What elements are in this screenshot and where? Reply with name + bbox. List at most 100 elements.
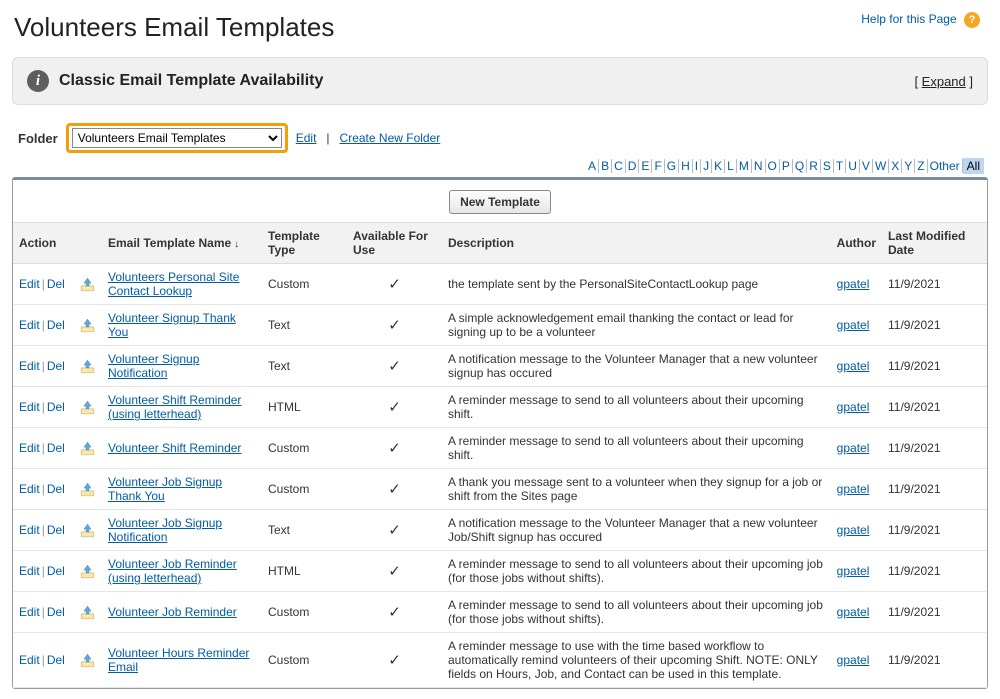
alpha-Z[interactable]: Z xyxy=(915,159,927,173)
edit-link[interactable]: Edit xyxy=(19,318,40,332)
edit-link[interactable]: Edit xyxy=(19,653,40,667)
th-desc[interactable]: Description xyxy=(442,223,831,264)
download-icon[interactable] xyxy=(79,604,96,621)
download-cell[interactable] xyxy=(73,346,102,387)
del-link[interactable]: Del xyxy=(47,400,65,414)
alpha-K[interactable]: K xyxy=(712,159,725,173)
download-cell[interactable] xyxy=(73,551,102,592)
alpha-I[interactable]: I xyxy=(693,159,701,173)
download-cell[interactable] xyxy=(73,510,102,551)
author-link[interactable]: gpatel xyxy=(837,653,870,667)
alpha-T[interactable]: T xyxy=(834,159,846,173)
del-link[interactable]: Del xyxy=(47,441,65,455)
del-link[interactable]: Del xyxy=(47,482,65,496)
alpha-M[interactable]: M xyxy=(737,159,752,173)
alpha-W[interactable]: W xyxy=(873,159,889,173)
alpha-D[interactable]: D xyxy=(626,159,640,173)
template-name-link[interactable]: Volunteer Signup Notification xyxy=(108,352,199,380)
alpha-E[interactable]: E xyxy=(639,159,652,173)
edit-link[interactable]: Edit xyxy=(19,482,40,496)
expand-link[interactable]: [ Expand ] xyxy=(914,74,973,89)
template-name-link[interactable]: Volunteer Job Signup Thank You xyxy=(108,475,222,503)
template-name-link[interactable]: Volunteers Personal Site Contact Lookup xyxy=(108,270,239,298)
download-icon[interactable] xyxy=(79,652,96,669)
del-link[interactable]: Del xyxy=(47,653,65,667)
author-link[interactable]: gpatel xyxy=(837,359,870,373)
author-link[interactable]: gpatel xyxy=(837,277,870,291)
th-type[interactable]: Template Type xyxy=(262,223,347,264)
del-link[interactable]: Del xyxy=(47,605,65,619)
alpha-H[interactable]: H xyxy=(679,159,693,173)
alpha-X[interactable]: X xyxy=(889,159,902,173)
alpha-O[interactable]: O xyxy=(766,159,780,173)
new-template-button[interactable]: New Template xyxy=(449,190,551,214)
template-name-link[interactable]: Volunteer Job Reminder (using letterhead… xyxy=(108,557,237,585)
alpha-Q[interactable]: Q xyxy=(793,159,807,173)
alpha-N[interactable]: N xyxy=(752,159,766,173)
alpha-G[interactable]: G xyxy=(665,159,679,173)
edit-link[interactable]: Edit xyxy=(19,277,40,291)
alpha-U[interactable]: U xyxy=(846,159,860,173)
download-cell[interactable] xyxy=(73,428,102,469)
th-avail[interactable]: Available For Use xyxy=(347,223,442,264)
template-name-link[interactable]: Volunteer Signup Thank You xyxy=(108,311,236,339)
alpha-all[interactable]: All xyxy=(963,158,984,174)
download-icon[interactable] xyxy=(79,440,96,457)
alpha-J[interactable]: J xyxy=(701,159,712,173)
th-date[interactable]: Last Modified Date xyxy=(882,223,987,264)
alpha-B[interactable]: B xyxy=(599,159,612,173)
alpha-L[interactable]: L xyxy=(725,159,737,173)
alpha-A[interactable]: A xyxy=(586,159,599,173)
alpha-F[interactable]: F xyxy=(652,159,664,173)
help-for-page[interactable]: Help for this Page ? xyxy=(861,12,980,28)
del-link[interactable]: Del xyxy=(47,564,65,578)
alpha-R[interactable]: R xyxy=(807,159,821,173)
alpha-P[interactable]: P xyxy=(780,159,793,173)
author-link[interactable]: gpatel xyxy=(837,482,870,496)
alpha-S[interactable]: S xyxy=(821,159,834,173)
edit-link[interactable]: Edit xyxy=(19,441,40,455)
alpha-other[interactable]: Other xyxy=(928,159,963,173)
folder-select[interactable]: Volunteers Email Templates xyxy=(72,128,282,148)
del-link[interactable]: Del xyxy=(47,318,65,332)
del-link[interactable]: Del xyxy=(47,359,65,373)
download-icon[interactable] xyxy=(79,399,96,416)
template-name-link[interactable]: Volunteer Job Signup Notification xyxy=(108,516,222,544)
author-link[interactable]: gpatel xyxy=(837,400,870,414)
th-author[interactable]: Author xyxy=(831,223,882,264)
author-link[interactable]: gpatel xyxy=(837,523,870,537)
author-link[interactable]: gpatel xyxy=(837,318,870,332)
alpha-C[interactable]: C xyxy=(612,159,626,173)
template-name-link[interactable]: Volunteer Hours Reminder Email xyxy=(108,646,249,674)
download-cell[interactable] xyxy=(73,633,102,688)
create-folder-link[interactable]: Create New Folder xyxy=(340,131,441,145)
download-cell[interactable] xyxy=(73,469,102,510)
download-icon[interactable] xyxy=(79,317,96,334)
author-link[interactable]: gpatel xyxy=(837,605,870,619)
edit-link[interactable]: Edit xyxy=(19,400,40,414)
download-icon[interactable] xyxy=(79,481,96,498)
alpha-V[interactable]: V xyxy=(860,159,873,173)
edit-link[interactable]: Edit xyxy=(19,359,40,373)
download-cell[interactable] xyxy=(73,592,102,633)
alpha-Y[interactable]: Y xyxy=(902,159,915,173)
download-icon[interactable] xyxy=(79,358,96,375)
help-icon[interactable]: ? xyxy=(964,12,980,28)
th-name[interactable]: Email Template Name↓ xyxy=(102,223,262,264)
author-link[interactable]: gpatel xyxy=(837,564,870,578)
download-cell[interactable] xyxy=(73,387,102,428)
template-name-link[interactable]: Volunteer Shift Reminder xyxy=(108,441,241,455)
edit-link[interactable]: Edit xyxy=(19,564,40,578)
download-cell[interactable] xyxy=(73,305,102,346)
template-name-link[interactable]: Volunteer Shift Reminder (using letterhe… xyxy=(108,393,241,421)
template-name-link[interactable]: Volunteer Job Reminder xyxy=(108,605,237,619)
edit-link[interactable]: Edit xyxy=(19,523,40,537)
edit-folder-link[interactable]: Edit xyxy=(296,131,317,145)
download-cell[interactable] xyxy=(73,264,102,305)
download-icon[interactable] xyxy=(79,563,96,580)
del-link[interactable]: Del xyxy=(47,523,65,537)
download-icon[interactable] xyxy=(79,276,96,293)
author-link[interactable]: gpatel xyxy=(837,441,870,455)
del-link[interactable]: Del xyxy=(47,277,65,291)
edit-link[interactable]: Edit xyxy=(19,605,40,619)
